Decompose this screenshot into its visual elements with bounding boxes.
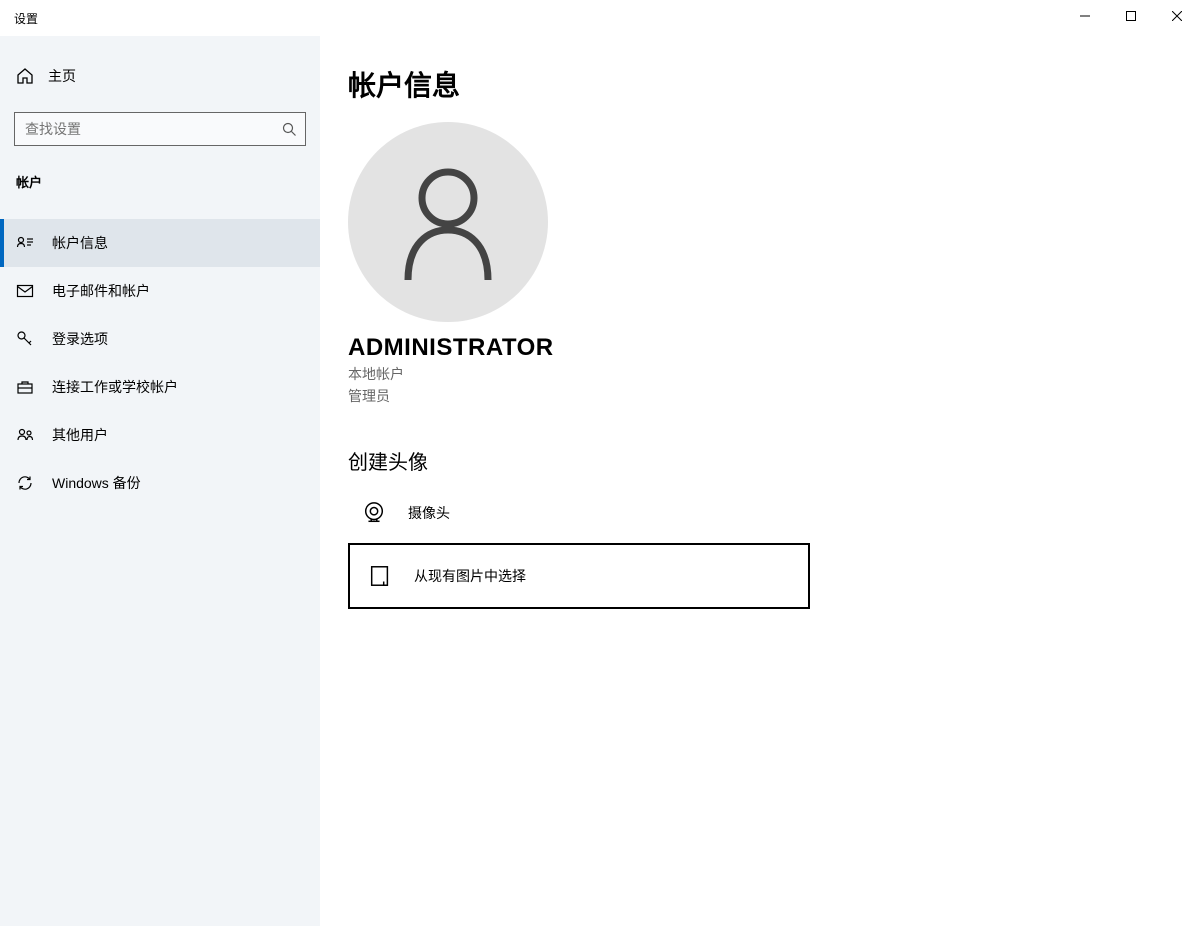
camera-label: 摄像头: [408, 503, 450, 523]
key-icon: [16, 330, 34, 348]
briefcase-icon: [16, 378, 34, 396]
browse-option[interactable]: 从现有图片中选择: [348, 543, 810, 609]
category-label: 帐户: [0, 146, 320, 201]
account-role: 管理员: [348, 386, 1200, 406]
people-icon: [16, 426, 34, 444]
camera-option[interactable]: 摄像头: [348, 489, 1200, 537]
account-type: 本地帐户: [348, 364, 1200, 384]
nav-list: 帐户信息 电子邮件和帐户 登录选项 连接工作或学校帐户: [0, 219, 320, 507]
nav-windows-backup[interactable]: Windows 备份: [0, 459, 320, 507]
home-label: 主页: [48, 66, 76, 86]
home-icon: [16, 67, 34, 85]
titlebar: 设置: [0, 0, 1200, 36]
mail-icon: [16, 282, 34, 300]
content: 帐户信息 ADMINISTRATOR 本地帐户 管理员 创建头像 摄像头 从现有…: [320, 36, 1200, 926]
create-avatar-title: 创建头像: [348, 446, 1200, 475]
nav-email-accounts[interactable]: 电子邮件和帐户: [0, 267, 320, 315]
maximize-button[interactable]: [1108, 0, 1154, 32]
close-button[interactable]: [1154, 0, 1200, 32]
minimize-button[interactable]: [1062, 0, 1108, 32]
browse-icon: [368, 564, 392, 588]
sidebar: 主页 帐户 帐户信息 电子邮件和帐户: [0, 36, 320, 926]
search-input[interactable]: [15, 121, 273, 137]
browse-label: 从现有图片中选择: [414, 566, 526, 586]
search-icon: [273, 122, 305, 137]
search-box[interactable]: [14, 112, 306, 146]
nav-account-info[interactable]: 帐户信息: [0, 219, 320, 267]
nav-label: 登录选项: [52, 329, 108, 349]
minimize-icon: [1080, 11, 1090, 21]
home-button[interactable]: 主页: [0, 58, 320, 94]
person-icon: [393, 162, 503, 282]
nav-signin-options[interactable]: 登录选项: [0, 315, 320, 363]
close-icon: [1172, 11, 1182, 21]
nav-work-school[interactable]: 连接工作或学校帐户: [0, 363, 320, 411]
nav-label: Windows 备份: [52, 473, 141, 493]
avatar: [348, 122, 548, 322]
nav-other-users[interactable]: 其他用户: [0, 411, 320, 459]
nav-label: 其他用户: [52, 425, 108, 445]
camera-icon: [362, 501, 386, 525]
maximize-icon: [1126, 11, 1136, 21]
nav-label: 连接工作或学校帐户: [52, 377, 178, 397]
username: ADMINISTRATOR: [348, 334, 1200, 362]
window-title: 设置: [14, 10, 38, 27]
window-controls: [1062, 0, 1200, 32]
nav-label: 帐户信息: [52, 233, 108, 253]
sync-icon: [16, 474, 34, 492]
nav-label: 电子邮件和帐户: [52, 281, 150, 301]
person-card-icon: [16, 234, 34, 252]
page-heading: 帐户信息: [348, 64, 1200, 104]
